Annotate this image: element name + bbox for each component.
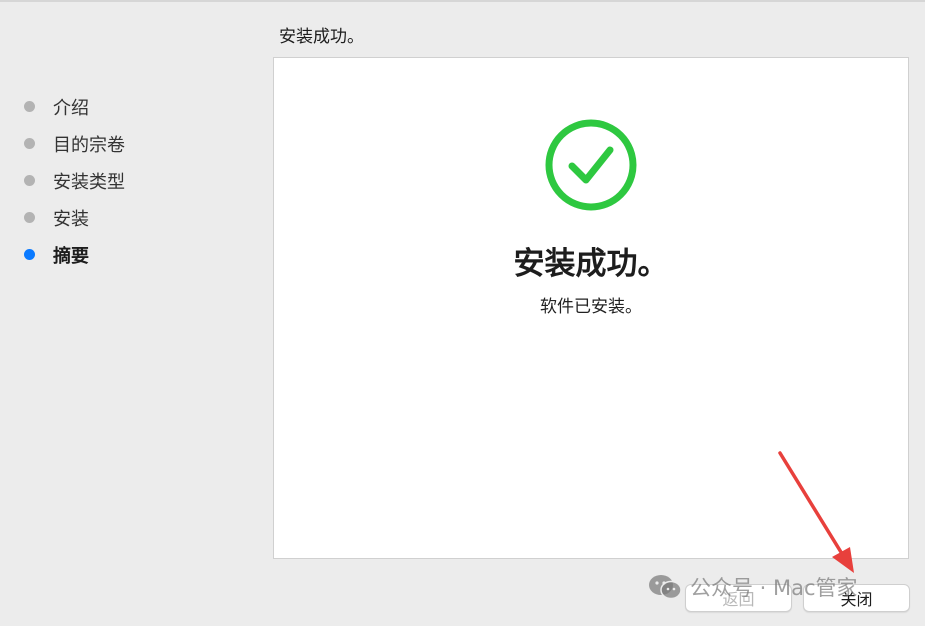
sidebar-step-installation: 安装: [24, 199, 125, 236]
sidebar-step-label: 介绍: [53, 97, 89, 119]
sidebar-step-introduction: 介绍: [24, 88, 125, 125]
step-dot-icon: [24, 175, 35, 186]
success-heading: 安装成功。: [513, 246, 669, 282]
step-dot-icon: [24, 138, 35, 149]
sidebar-step-destination: 目的宗卷: [24, 125, 125, 162]
back-button[interactable]: 返回: [685, 584, 792, 612]
sidebar-step-label: 摘要: [53, 245, 89, 267]
sidebar-step-label: 目的宗卷: [53, 134, 125, 156]
wechat-icon: [649, 575, 682, 600]
summary-content-panel: 安装成功。 软件已安装。: [273, 57, 909, 559]
close-button[interactable]: 关闭: [803, 584, 910, 612]
sidebar-step-label: 安装类型: [53, 171, 125, 193]
sidebar-step-summary: 摘要: [24, 236, 125, 273]
step-dot-icon: [24, 212, 35, 223]
checkmark-circle-icon: [545, 119, 637, 211]
step-dot-active-icon: [24, 249, 35, 260]
success-subtext: 软件已安装。: [540, 297, 642, 317]
sidebar-step-install-type: 安装类型: [24, 162, 125, 199]
installer-steps-sidebar: 介绍 目的宗卷 安装类型 安装 摘要: [24, 88, 125, 273]
sidebar-step-label: 安装: [53, 208, 89, 230]
step-dot-icon: [24, 101, 35, 112]
page-title: 安装成功。: [279, 27, 364, 47]
window-top-divider: [0, 0, 925, 2]
